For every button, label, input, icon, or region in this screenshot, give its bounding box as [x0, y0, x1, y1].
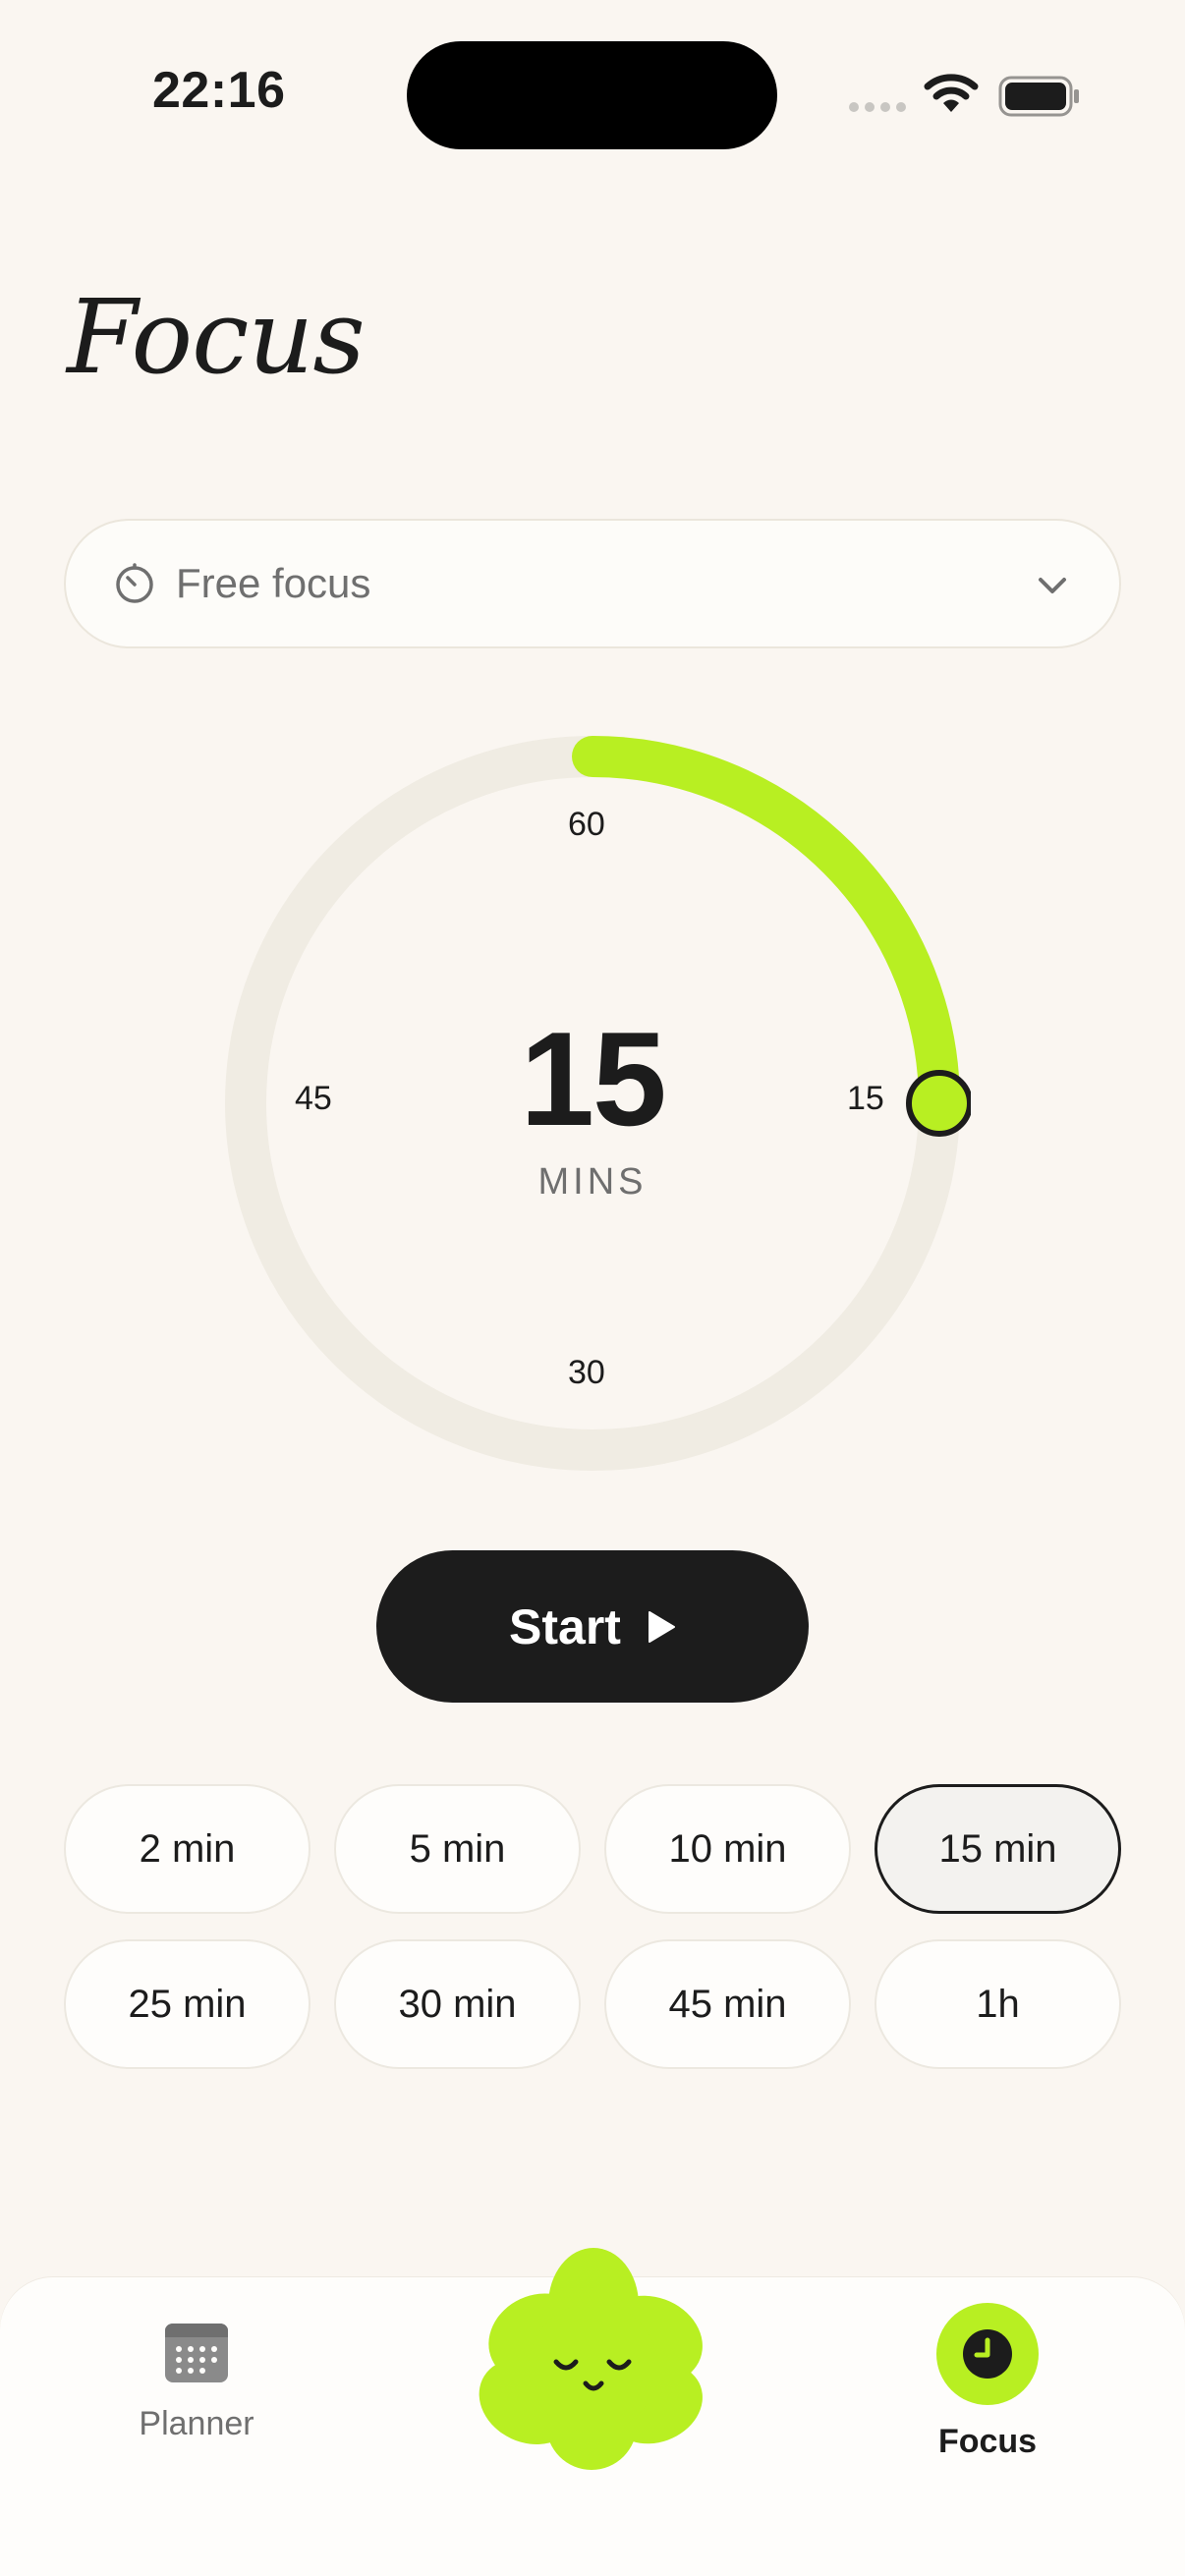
- timer-unit: MINS: [537, 1161, 648, 1203]
- preset-chip[interactable]: 30 min: [334, 1939, 581, 2069]
- start-button[interactable]: Start: [376, 1550, 809, 1703]
- page-title: Focus: [67, 277, 366, 397]
- wifi-icon: [924, 74, 979, 112]
- focus-mode-label: Free focus: [176, 560, 371, 606]
- cellular-signal-icon: [849, 102, 906, 112]
- start-button-label: Start: [509, 1598, 621, 1654]
- tab-focus[interactable]: Focus: [889, 2303, 1086, 2461]
- preset-chip[interactable]: 10 min: [604, 1784, 851, 1914]
- flower-mascot-icon[interactable]: [478, 2244, 709, 2472]
- status-time: 22:16: [152, 62, 286, 119]
- dial-tick-30: 30: [568, 1354, 605, 1391]
- preset-chip[interactable]: 2 min: [64, 1784, 310, 1914]
- tab-planner-label: Planner: [139, 2405, 254, 2442]
- timer-icon: [116, 563, 153, 603]
- tab-focus-label: Focus: [937, 2423, 1038, 2460]
- tab-planner[interactable]: Planner: [98, 2321, 295, 2443]
- preset-chip[interactable]: 5 min: [334, 1784, 581, 1914]
- timer-value: 15: [520, 1004, 666, 1153]
- calendar-icon: [165, 2324, 228, 2382]
- dial-tick-60: 60: [568, 806, 605, 843]
- chevron-down-icon: [1039, 578, 1066, 593]
- battery-icon: [998, 76, 1079, 117]
- duration-presets: 2 min 5 min 10 min 15 min 25 min 30 min …: [64, 1784, 1121, 2069]
- focus-screen: 22:16 Focus Free focus 60 15 30 45 15 MI…: [0, 0, 1185, 2576]
- focus-tab-badge: [936, 2303, 1039, 2405]
- clock-icon: [963, 2329, 1012, 2379]
- preset-chip[interactable]: 25 min: [64, 1939, 310, 2069]
- preset-chip[interactable]: 15 min: [875, 1784, 1121, 1914]
- preset-chip[interactable]: 1h: [875, 1939, 1121, 2069]
- dynamic-island: [407, 41, 777, 149]
- focus-mode-select[interactable]: Free focus: [64, 519, 1121, 648]
- preset-chip[interactable]: 45 min: [604, 1939, 851, 2069]
- play-icon: [648, 1610, 675, 1643]
